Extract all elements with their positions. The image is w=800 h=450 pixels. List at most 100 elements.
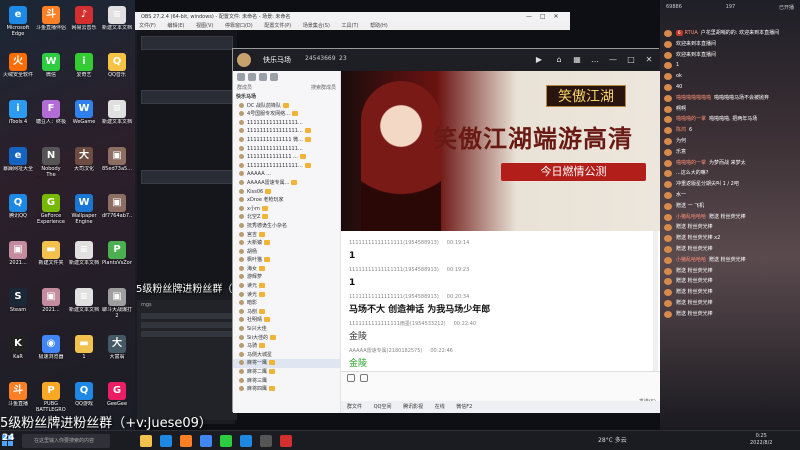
desktop-icon[interactable]: ▬ 新建文件夹	[36, 241, 66, 275]
member-item[interactable]: 1111111111111111...	[233, 119, 340, 128]
desktop-icon[interactable]: ≡ 新建文本文档	[102, 100, 132, 134]
desktop-icon[interactable]: F 糖豆人：终极	[36, 100, 66, 134]
desktop-icon[interactable]: Q 腾讯QQ	[3, 194, 33, 228]
member-item[interactable]: 马刨	[233, 308, 340, 317]
home-icon[interactable]: ⌂	[553, 54, 565, 66]
file-explorer-icon[interactable]	[140, 435, 152, 447]
member-item[interactable]: AAAAA ...	[233, 170, 340, 179]
chat-username[interactable]: 小猪乱哈哈哈	[676, 214, 706, 220]
member-item[interactable]: 抚秀德诡生小杂名	[233, 222, 340, 231]
member-item[interactable]: 11111111111111 微...	[233, 136, 340, 145]
close-icon[interactable]: ✕	[643, 54, 655, 66]
message-sender[interactable]: 11111111111111111(1954588913)	[349, 267, 439, 273]
desktop-icon[interactable]: Q QQ游戏	[69, 382, 99, 416]
member-item[interactable]: 北空Z	[233, 213, 340, 222]
game-ad-banner[interactable]: 笑傲江湖 笑傲江湖端游高清 今日燃情公测	[341, 71, 660, 231]
menu-help[interactable]: 帮助(H)	[370, 23, 388, 29]
video-button[interactable]: 腾讯影视	[403, 404, 423, 410]
edge-icon[interactable]	[160, 435, 172, 447]
member-item[interactable]: 1111111111111111...	[233, 127, 340, 136]
minimize-icon[interactable]: —	[607, 54, 619, 66]
desktop-icon[interactable]: ◉ 极速浏览器	[36, 335, 66, 369]
chat-icon[interactable]	[237, 73, 245, 81]
member-item[interactable]: 读元	[233, 282, 340, 291]
wechat-button[interactable]: 微信F2	[456, 404, 472, 410]
member-item[interactable]: 枫叶猫	[233, 256, 340, 265]
message-sender[interactable]: 11111111111111111(1954588913)	[349, 294, 439, 300]
message-sender[interactable]: 1111111111111111雨墨(1954533212)	[349, 321, 446, 327]
weather-widget[interactable]: 28°C 多云	[598, 435, 627, 447]
member-item[interactable]: 麻将三鹰	[233, 377, 340, 386]
apps-icon[interactable]: ▦	[571, 54, 583, 66]
desktop-icon[interactable]: 大大司汉化	[69, 147, 99, 181]
desktop-icon[interactable]: G GeeGee	[102, 382, 132, 416]
chat-username[interactable]: RTUA	[685, 30, 698, 36]
member-item[interactable]: xDroe 老枪玩家	[233, 196, 340, 205]
qzone-button[interactable]: QQ空间	[374, 404, 392, 410]
desktop-icon[interactable]: ▣ 2021...	[36, 288, 66, 322]
desktop-icon[interactable]: G GeForce Experience	[36, 194, 66, 228]
chat-username[interactable]: 啪啪啪啪啪啪啪	[676, 95, 711, 101]
douyu-icon[interactable]	[180, 435, 192, 447]
desktop-icon[interactable]: S Steam	[3, 288, 33, 322]
desktop-icon[interactable]: ≡ 新建文本文档	[102, 6, 132, 40]
member-item[interactable]: 宫吉	[233, 231, 340, 240]
minimize-icon[interactable]: —	[526, 13, 532, 20]
more-icon[interactable]: …	[589, 54, 601, 66]
settings-icon[interactable]	[270, 73, 278, 81]
desktop-icon[interactable]: ▣ 85ed73a5...	[102, 147, 132, 181]
group-files-button[interactable]: 群文件	[347, 404, 362, 410]
contacts-icon[interactable]	[248, 73, 256, 81]
message-sender[interactable]: 11111111111111111(1954588913)	[349, 240, 439, 246]
message-sender[interactable]: AAAAA雷速专属(2180182575)	[349, 348, 422, 354]
menu-view[interactable]: 视图(V)	[196, 23, 213, 29]
desktop-icon[interactable]: ≡ 新建文本文档	[69, 241, 99, 275]
video-icon[interactable]: ▶	[533, 54, 545, 66]
emoji-icon[interactable]	[347, 374, 355, 382]
desktop-icon[interactable]: NNobody The Turnaround	[36, 147, 66, 181]
banner-subtitle[interactable]: 今日燃情公测	[501, 163, 646, 181]
menu-profile[interactable]: 配置文件(P)	[264, 23, 291, 29]
member-item[interactable]: 游辉萝	[233, 273, 340, 282]
browser-icon[interactable]	[200, 435, 212, 447]
menu-tools[interactable]: 工具(T)	[342, 23, 359, 29]
desktop-icon[interactable]: e 暴躁网址大全	[3, 147, 33, 181]
desktop-icon[interactable]: 火火绒安全软件	[3, 53, 33, 87]
netease-music-icon[interactable]	[280, 435, 292, 447]
chat-username[interactable]: 啪啪啪的一掌	[676, 116, 706, 122]
desktop-icon[interactable]: ▣ df7764ab7...	[102, 194, 132, 228]
desktop-icon[interactable]: i 爱奇艺	[69, 53, 99, 87]
desktop-icon[interactable]: K KaR	[3, 335, 33, 369]
desktop-icon[interactable]: PPUBG BATTLEGROUNDS	[36, 382, 66, 416]
desktop-icon[interactable]: 斗斗鱼直播	[3, 382, 33, 416]
chat-username[interactable]: 啪啪啪的一掌	[676, 160, 706, 166]
member-item[interactable]: 暗影	[233, 299, 340, 308]
member-item[interactable]: 快乐马场	[233, 93, 340, 102]
member-item[interactable]: 11111111111111 ...	[233, 153, 340, 162]
taskbar-search[interactable]: 在这里输入你要搜索的内容	[22, 434, 110, 448]
member-item[interactable]: 4号国服专攻网络...	[233, 110, 340, 119]
desktop-icon[interactable]: ♪ 网易云音乐	[69, 6, 99, 40]
maximize-icon[interactable]: □	[625, 54, 637, 66]
message-input-area[interactable]: 发送(S) 群文件 QQ空间 腾讯影视 在线 微信F2	[341, 371, 660, 413]
desktop-icon[interactable]: i iTools 4	[3, 100, 33, 134]
member-item[interactable]: Sii大佳的	[233, 334, 340, 343]
screenshot-icon[interactable]	[360, 374, 368, 382]
member-item[interactable]: Kiss06	[233, 188, 340, 197]
desktop-icon[interactable]: PPlantsVsZombies	[102, 241, 132, 275]
member-item[interactable]: AAAAA雷速专属...	[233, 179, 340, 188]
desktop-icon[interactable]: e Microsoft Edge	[3, 6, 33, 40]
group-avatar[interactable]	[237, 53, 251, 67]
obs-icon[interactable]	[260, 435, 272, 447]
member-item[interactable]: 海女	[233, 265, 340, 274]
member-item[interactable]: 麻将一鹰	[233, 359, 340, 368]
chat-username[interactable]: 陈鸿	[676, 127, 686, 133]
member-item[interactable]: 胡杨	[233, 248, 340, 257]
member-item[interactable]: 读光	[233, 291, 340, 300]
member-search[interactable]: 搜索群成员	[311, 83, 336, 93]
desktop-icon[interactable]: W Wallpaper Engine	[69, 194, 99, 228]
desktop-icon[interactable]: 斗斗鱼直播伴侣	[36, 6, 66, 40]
group-icon[interactable]	[259, 73, 267, 81]
desktop-icon[interactable]: W WeGame	[69, 100, 99, 134]
qq-icon[interactable]	[240, 435, 252, 447]
